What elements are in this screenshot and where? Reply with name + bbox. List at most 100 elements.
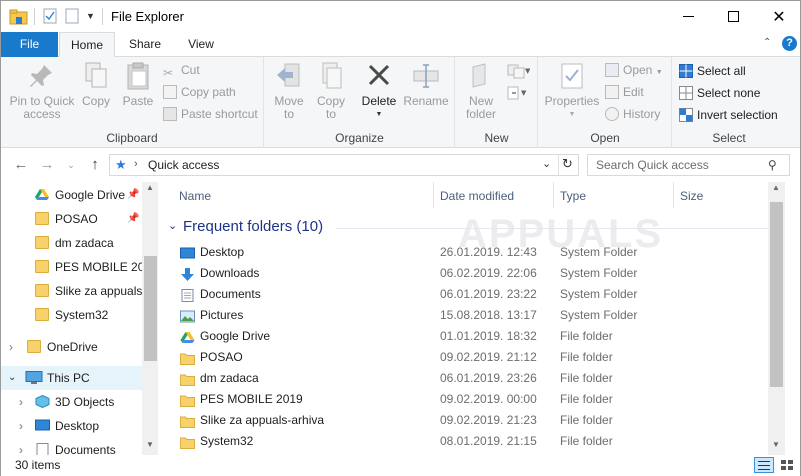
search-input[interactable]: Search Quick access bbox=[587, 154, 790, 176]
file-row[interactable]: PES MOBILE 2019 09.02.2019. 00:00 File fol… bbox=[158, 389, 785, 410]
content-scrollbar[interactable]: ▲ ▼ bbox=[768, 182, 785, 455]
address-dropdown-icon[interactable]: ⌄ bbox=[542, 157, 551, 170]
tab-file[interactable]: File bbox=[1, 32, 58, 57]
new-item-icon[interactable]: ▼ bbox=[506, 63, 530, 79]
file-row[interactable]: Pictures 15.08.2018. 13:17 System Folder bbox=[158, 305, 785, 326]
scroll-down-icon[interactable]: ▼ bbox=[146, 440, 154, 449]
scroll-down-icon[interactable]: ▼ bbox=[772, 440, 780, 449]
cut-button[interactable]: ✂ Cut bbox=[163, 61, 200, 80]
nav-item-label: PES MOBILE 2019 bbox=[55, 260, 142, 274]
column-header-date[interactable]: Date modified bbox=[440, 189, 514, 203]
clipboard-group: Pin to Quick access Copy Paste ✂ Cut Cop… bbox=[1, 57, 264, 148]
edit-button[interactable]: Edit bbox=[605, 83, 644, 101]
file-row[interactable]: System32 08.01.2019. 21:15 File folder bbox=[158, 431, 785, 452]
properties-button[interactable]: Properties ▼ bbox=[543, 61, 601, 121]
tab-share[interactable]: Share bbox=[121, 32, 169, 57]
nav-scrollbar[interactable]: ▲ ▼ bbox=[142, 182, 157, 455]
nav-item-dm-zadaca[interactable]: dm zadaca bbox=[1, 231, 142, 255]
rename-button[interactable]: Rename bbox=[403, 61, 449, 108]
delete-button[interactable]: Delete ▼ bbox=[359, 61, 399, 121]
expand-chevron-icon[interactable]: › bbox=[19, 438, 23, 455]
file-row[interactable]: Google Drive 01.01.2019. 18:32 File folder bbox=[158, 326, 785, 347]
nav-item-3d-objects[interactable]: › 3D Objects bbox=[1, 390, 142, 414]
copy-to-button[interactable]: Copy to bbox=[313, 61, 349, 121]
file-row[interactable]: Desktop 26.01.2019. 12:43 System Folder bbox=[158, 242, 785, 263]
nav-item-desktop[interactable]: › Desktop bbox=[1, 414, 142, 438]
help-icon[interactable]: ? bbox=[782, 36, 797, 51]
column-header-name[interactable]: Name bbox=[179, 189, 211, 203]
select-none-button[interactable]: Select none bbox=[679, 84, 760, 102]
column-separator[interactable] bbox=[673, 182, 674, 208]
new-folder-quick-icon[interactable] bbox=[65, 8, 79, 26]
tab-home[interactable]: Home bbox=[59, 32, 115, 58]
properties-quick-icon[interactable] bbox=[43, 8, 57, 26]
folder-icon bbox=[180, 393, 195, 407]
pin-quick-access-button[interactable]: Pin to Quick access bbox=[7, 61, 77, 121]
select-all-button[interactable]: Select all bbox=[679, 62, 746, 80]
file-type: System Folder bbox=[560, 266, 638, 280]
collapse-ribbon-chevron-icon[interactable]: ⌃ bbox=[763, 37, 771, 48]
paste-button[interactable]: Paste bbox=[119, 61, 157, 108]
file-row[interactable]: Documents 06.01.2019. 23:22 System Folder bbox=[158, 284, 785, 305]
close-button[interactable]: ✕ bbox=[756, 1, 801, 32]
column-header-size[interactable]: Size bbox=[680, 189, 703, 203]
status-bar: 30 items bbox=[1, 455, 800, 476]
maximize-button[interactable] bbox=[710, 1, 756, 32]
file-row[interactable]: dm zadaca 06.01.2019. 23:26 File folder bbox=[158, 368, 785, 389]
forward-button[interactable]: → bbox=[37, 155, 57, 175]
open-button[interactable]: Open ▼ bbox=[605, 61, 663, 79]
up-button[interactable]: ↑ bbox=[85, 155, 105, 175]
paste-shortcut-button[interactable]: Paste shortcut bbox=[163, 105, 258, 123]
expand-chevron-icon[interactable]: › bbox=[19, 390, 23, 414]
tab-view[interactable]: View bbox=[179, 32, 223, 57]
nav-item-system32[interactable]: System32 bbox=[1, 303, 142, 327]
group-header[interactable]: Frequent folders (10) bbox=[183, 218, 323, 235]
column-header-type[interactable]: Type bbox=[560, 189, 586, 203]
pin-icon: 📌 bbox=[127, 213, 140, 224]
new-folder-button[interactable]: New folder bbox=[460, 61, 502, 121]
history-label: History bbox=[623, 107, 661, 121]
large-icons-view-button[interactable] bbox=[778, 457, 798, 473]
nav-item-posao[interactable]: POSAO 📌 bbox=[1, 207, 142, 231]
copy-path-button[interactable]: Copy path bbox=[163, 83, 236, 101]
expand-chevron-icon[interactable]: › bbox=[19, 414, 23, 438]
nav-item-pes-mobile[interactable]: PES MOBILE 2019 bbox=[1, 255, 142, 279]
nav-item-slike[interactable]: Slike za appuals-arhiva bbox=[1, 279, 142, 303]
nav-item-google-drive[interactable]: Google Drive 📌 bbox=[1, 183, 142, 207]
column-separator[interactable] bbox=[553, 182, 554, 208]
group-collapse-icon[interactable]: ⌄ bbox=[168, 219, 177, 232]
expand-chevron-icon[interactable]: › bbox=[9, 335, 13, 359]
address-bar[interactable]: ★ › Quick access ⌄ ↻ bbox=[109, 154, 579, 176]
recent-locations-button[interactable]: ⌄ bbox=[61, 155, 81, 175]
collapse-chevron-icon[interactable]: ⌄ bbox=[8, 366, 16, 390]
file-name: System32 bbox=[200, 434, 254, 448]
copy-button[interactable]: Copy bbox=[79, 61, 113, 108]
scroll-up-icon[interactable]: ▲ bbox=[772, 183, 780, 192]
column-separator[interactable] bbox=[433, 182, 434, 208]
back-button[interactable]: ← bbox=[11, 155, 31, 175]
file-row[interactable]: POSAO 09.02.2019. 21:12 File folder bbox=[158, 347, 785, 368]
desktop-icon bbox=[35, 419, 50, 431]
breadcrumb-chevron-icon: › bbox=[134, 158, 138, 170]
address-path[interactable]: Quick access bbox=[148, 158, 219, 172]
history-button[interactable]: History bbox=[605, 105, 660, 123]
scroll-up-icon[interactable]: ▲ bbox=[146, 183, 154, 192]
invert-selection-button[interactable]: Invert selection bbox=[679, 106, 778, 124]
file-name: dm zadaca bbox=[200, 371, 259, 385]
file-row[interactable]: Slike za appuals-arhiva 09.02.2019. 21:23… bbox=[158, 410, 785, 431]
customize-qa-chevron-icon[interactable]: ▼ bbox=[86, 11, 95, 21]
search-icon[interactable]: ⚲ bbox=[768, 158, 777, 172]
title-divider bbox=[102, 8, 103, 25]
title-bar: ▼ File Explorer ✕ bbox=[1, 1, 800, 32]
minimize-button[interactable] bbox=[665, 1, 711, 32]
refresh-icon[interactable]: ↻ bbox=[562, 156, 573, 172]
easy-access-icon[interactable]: ▼ bbox=[506, 85, 530, 101]
move-to-button[interactable]: Move to bbox=[271, 61, 307, 121]
nav-item-onedrive[interactable]: › OneDrive bbox=[1, 335, 142, 359]
file-row[interactable]: Downloads 06.02.2019. 22:06 System Folder bbox=[158, 263, 785, 284]
nav-item-this-pc[interactable]: ⌄ This PC bbox=[1, 366, 142, 390]
details-view-button[interactable] bbox=[754, 457, 774, 473]
content-scroll-thumb[interactable] bbox=[770, 202, 783, 387]
nav-item-documents[interactable]: › Documents bbox=[1, 438, 142, 455]
nav-scroll-thumb[interactable] bbox=[144, 256, 157, 361]
